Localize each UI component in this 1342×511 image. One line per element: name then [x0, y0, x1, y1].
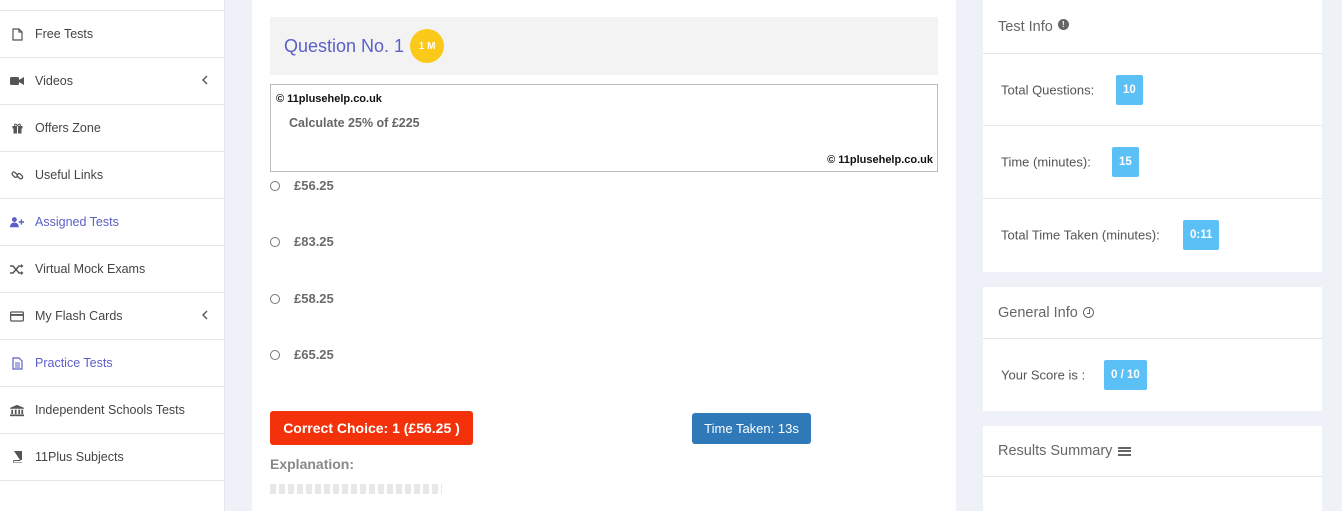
sidebar-item-11plus-subjects[interactable]: 11Plus Subjects: [0, 434, 224, 481]
time-minutes-badge: 15: [1112, 147, 1139, 177]
marks-badge: 1 M: [410, 29, 445, 63]
answer-option-2[interactable]: £83.25: [270, 234, 334, 249]
test-info-header: Test Info !: [983, 0, 1322, 54]
general-info-title: General Info: [998, 304, 1078, 321]
sidebar-item-label: Useful Links: [35, 168, 104, 182]
option-label: £58.25: [294, 291, 334, 306]
radio-button[interactable]: [270, 293, 280, 304]
sidebar-top-divider: [0, 0, 224, 11]
answer-option-4[interactable]: £65.25: [270, 347, 334, 362]
correct-choice-button[interactable]: Correct Choice: 1 (£56.25 ): [270, 411, 473, 445]
sidebar-item-label: Independent Schools Tests: [35, 403, 185, 417]
time-taken-button[interactable]: Time Taken: 13s: [692, 413, 811, 444]
time-minutes-label: Time (minutes):: [1001, 154, 1091, 170]
general-info-header: General Info: [983, 287, 1322, 339]
results-summary-header: Results Summary: [983, 426, 1322, 477]
sidebar-item-videos[interactable]: Videos: [0, 58, 224, 105]
user-plus-icon: [10, 215, 24, 229]
explanation-label: Explanation:: [270, 456, 355, 472]
gift-icon: [10, 121, 24, 135]
sidebar-item-label: Assigned Tests: [35, 215, 119, 229]
radio-button[interactable]: [270, 349, 280, 360]
option-label: £65.25: [294, 347, 334, 362]
score-badge: 0 / 10: [1104, 360, 1147, 390]
credit-card-icon: [10, 309, 24, 323]
sidebar-item-practice-tests[interactable]: Practice Tests: [0, 340, 224, 387]
sidebar-item-label: My Flash Cards: [35, 309, 123, 323]
clock-icon: [1082, 307, 1094, 318]
total-time-taken-badge: 0:11: [1183, 220, 1220, 250]
question-title: Question No. 1: [284, 35, 405, 56]
sidebar-item-label: Videos: [35, 74, 73, 88]
sidebar-item-offers-zone[interactable]: Offers Zone: [0, 105, 224, 152]
sidebar-item-virtual-mock-exams[interactable]: Virtual Mock Exams: [0, 246, 224, 293]
total-questions-badge: 10: [1116, 74, 1143, 105]
sidebar-item-free-tests[interactable]: Free Tests: [0, 11, 224, 58]
question-panel: Question No. 1 1 M © 11plusehelp.co.uk C…: [252, 0, 956, 511]
option-label: £83.25: [294, 234, 334, 249]
question-header: Question No. 1 1 M: [270, 17, 938, 75]
sidebar: Free Tests Videos Offers Zone Useful Lin…: [0, 0, 225, 511]
shuffle-icon: [10, 262, 24, 276]
test-info-panel: Test Info ! Total Questions: 10 Time (mi…: [983, 0, 1322, 272]
answer-option-3[interactable]: £58.25: [270, 291, 334, 306]
radio-button[interactable]: [270, 236, 280, 247]
chevron-left-icon[interactable]: [201, 74, 208, 88]
watermark-bottom: © 11plusehelp.co.uk: [827, 154, 933, 166]
sidebar-item-independent-schools-tests[interactable]: Independent Schools Tests: [0, 387, 224, 434]
question-box: © 11plusehelp.co.uk Calculate 25% of £22…: [270, 84, 938, 172]
explanation-text-blurred: [270, 484, 442, 494]
total-time-taken-row: Total Time Taken (minutes): 0:11: [983, 199, 1322, 271]
sidebar-item-label: 11Plus Subjects: [35, 450, 124, 464]
sidebar-item-label: Free Tests: [35, 27, 94, 41]
chevron-left-icon[interactable]: [201, 309, 208, 323]
book-icon: [10, 450, 24, 464]
score-label: Your Score is :: [1001, 367, 1086, 383]
list-icon: [1118, 446, 1132, 456]
total-time-taken-label: Total Time Taken (minutes):: [1001, 227, 1160, 243]
answer-option-1[interactable]: £56.25: [270, 178, 334, 193]
sidebar-item-useful-links[interactable]: Useful Links: [0, 152, 224, 199]
link-icon: [10, 168, 24, 182]
time-minutes-row: Time (minutes): 15: [983, 126, 1322, 199]
question-text: Calculate 25% of £225: [289, 116, 420, 130]
radio-button[interactable]: [270, 180, 280, 191]
option-label: £56.25: [294, 178, 334, 193]
watermark-top: © 11plusehelp.co.uk: [276, 93, 382, 105]
sidebar-item-label: Virtual Mock Exams: [35, 262, 146, 276]
total-questions-label: Total Questions:: [1001, 82, 1095, 97]
sidebar-item-label: Practice Tests: [35, 356, 113, 370]
sidebar-item-my-flash-cards[interactable]: My Flash Cards: [0, 293, 224, 340]
video-camera-icon: [10, 74, 24, 88]
total-questions-row: Total Questions: 10: [983, 54, 1322, 126]
general-info-panel: General Info Your Score is : 0 / 10: [983, 287, 1322, 411]
sidebar-item-assigned-tests[interactable]: Assigned Tests: [0, 199, 224, 246]
results-summary-title: Results Summary: [998, 443, 1113, 459]
test-info-title: Test Info: [998, 19, 1053, 35]
results-summary-panel: Results Summary: [983, 426, 1322, 511]
score-row: Your Score is : 0 / 10: [983, 339, 1322, 411]
info-icon[interactable]: !: [1057, 19, 1069, 30]
file-icon: [10, 27, 24, 41]
bank-icon: [10, 403, 24, 417]
document-icon: [10, 356, 24, 370]
sidebar-item-label: Offers Zone: [35, 121, 101, 135]
